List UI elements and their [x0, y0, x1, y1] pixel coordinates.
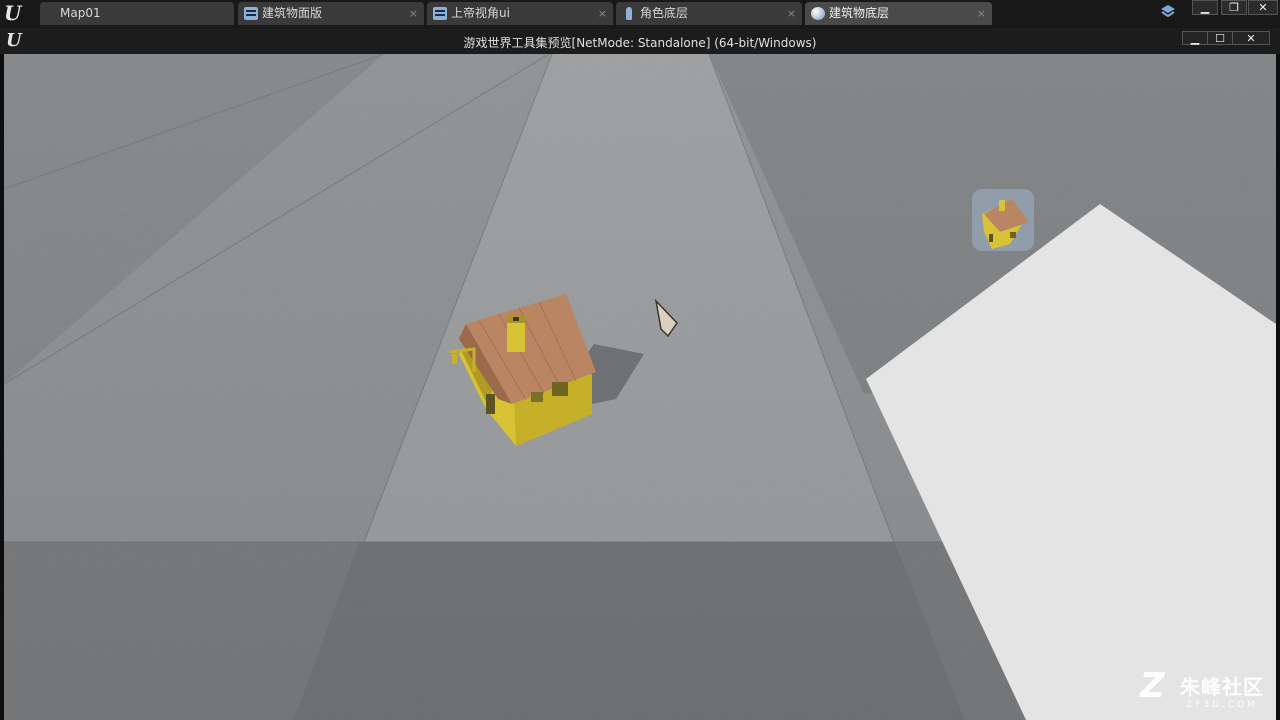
selected-building-icon[interactable]	[972, 189, 1034, 251]
tab-building-base[interactable]: 建筑物底层 ×	[805, 2, 992, 25]
actor-blueprint-icon	[811, 7, 825, 20]
zf3d-logo-icon: Z	[1140, 666, 1165, 706]
watermark-domain: ZF3D.COM	[1186, 700, 1258, 710]
widget-blueprint-icon	[244, 7, 258, 20]
minimize-button[interactable]: ▁	[1182, 31, 1208, 45]
pie-title-bar[interactable]: U 游戏世界工具集预览[NetMode: Standalone] (64-bit…	[0, 28, 1280, 54]
close-icon[interactable]: ×	[598, 2, 607, 25]
house-door	[486, 394, 495, 414]
house-door	[989, 234, 993, 242]
source-control-icon[interactable]	[1160, 4, 1176, 20]
close-button[interactable]: ✕	[1232, 31, 1270, 45]
tab-label: 上帝视角ui	[451, 6, 510, 20]
tab-label: Map01	[60, 6, 101, 20]
house-sign	[452, 354, 457, 364]
restore-button[interactable]: ❐	[1221, 0, 1247, 15]
window-title: 游戏世界工具集预览[NetMode: Standalone] (64-bit/W…	[463, 36, 817, 50]
play-in-editor-window: U 游戏世界工具集预览[NetMode: Standalone] (64-bit…	[0, 28, 1280, 720]
close-button[interactable]: ✕	[1248, 0, 1278, 15]
editor-tab-bar: U Map01 建筑物面版 × 上帝视角ui × 角色底层 × 建筑物底层 × …	[0, 0, 1280, 27]
game-scene	[4, 54, 1276, 720]
tab-label: 角色底层	[640, 6, 689, 20]
tab-character-base[interactable]: 角色底层 ×	[616, 2, 802, 25]
unreal-logo-icon[interactable]: U	[4, 1, 21, 25]
house-window	[552, 382, 568, 396]
watermark-name: 朱峰社区	[1180, 675, 1264, 699]
tab-building-panel[interactable]: 建筑物面版 ×	[238, 2, 424, 25]
minimize-button[interactable]: ▁	[1192, 0, 1218, 15]
tab-label: 建筑物底层	[829, 6, 890, 20]
house-window	[531, 392, 543, 402]
maximize-button[interactable]: ☐	[1207, 31, 1233, 45]
game-viewport[interactable]: Z 朱峰社区 ZF3D.COM	[4, 54, 1276, 720]
house-chimney	[999, 200, 1005, 211]
widget-blueprint-icon	[433, 7, 447, 20]
watermark: Z 朱峰社区 ZF3D.COM	[1140, 669, 1264, 710]
tab-god-view-ui[interactable]: 上帝视角ui ×	[427, 2, 613, 25]
chimney-hole	[513, 317, 519, 321]
close-icon[interactable]: ×	[409, 2, 418, 25]
close-icon[interactable]: ×	[787, 2, 796, 25]
tab-map01[interactable]: Map01	[40, 2, 234, 25]
character-blueprint-icon	[622, 7, 636, 20]
close-icon[interactable]: ×	[977, 2, 986, 25]
tab-label: 建筑物面版	[262, 6, 323, 20]
house-window	[1010, 232, 1016, 238]
